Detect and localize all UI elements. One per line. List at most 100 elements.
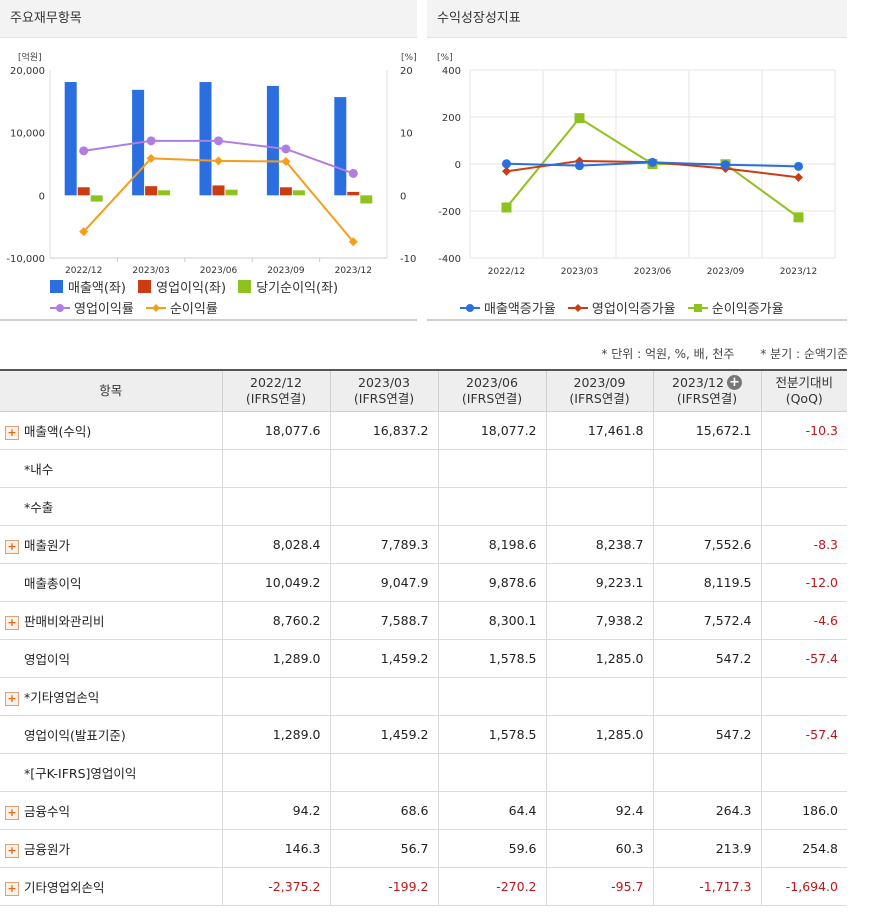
bar-op-income [347,191,360,196]
legend-line-marker [687,303,708,312]
add-period-icon[interactable]: + [726,375,742,390]
financial-items-panel: 주요재무항목 [억원] [%] 20,000 10,000 0 -10,000 20 10 0 -… [0,0,417,321]
expand-row-icon[interactable]: + [5,805,19,820]
legend-swatch-net-income [238,280,252,293]
table-row: + 기타영업외손익 -2,375.2 -199.2 -270.2 -95.7 -1,717.… [0,867,847,906]
legend-rev-growth[interactable]: 매출액증가율 [460,298,556,317]
value-cell [437,677,547,716]
legend-op-growth[interactable]: 영업이익증가율 [567,298,676,317]
row-label: 매출총이익 [24,576,82,591]
legend-revenue[interactable]: 매출액(좌) [50,277,126,296]
table-header-row: 항목 2022/12 (IFRS연결) 2023/03 (IFRS연결) 2023/… [0,369,847,412]
row-label-cell: + 매출액(수익) [0,411,223,450]
bar-op-income [145,186,158,196]
value-cell: 16,837.2 [329,411,439,450]
legend-line-marker [460,303,480,312]
row-label-cell: + 금융수익 [0,791,223,830]
header-period: 2023/12 + (IFRS연결) [652,369,762,412]
row-label-cell: 매출총이익 [0,563,223,602]
legend-net-growth[interactable]: 순이익증가율 [687,298,784,317]
value-cell: 9,878.6 [437,563,547,602]
expand-row-icon[interactable]: + [5,881,19,896]
legend-net-margin[interactable]: 순이익률 [145,298,218,317]
left-tick-label: 10,000 [10,129,45,140]
value-cell: 7,572.4 [652,601,762,640]
y-tick-label: -200 [438,207,461,218]
row-label-cell: *수출 [0,487,223,526]
qoq-cell: -10.3 [760,411,847,450]
point-net-margin [214,156,223,166]
legend-op-margin[interactable]: 영업이익률 [50,298,134,317]
point-rev-growth [502,159,511,169]
row-label-cell: 영업이익 [0,639,223,678]
value-cell: 1,289.0 [221,639,331,678]
value-cell [221,677,331,716]
row-label-cell: *[구K-IFRS]영업이익 [0,753,223,792]
value-cell: 9,047.9 [329,563,439,602]
right-legend: 매출액증가율 영업이익증가율 순이익증가율 [460,298,792,317]
growth-indicators-chart: [%] 400 200 0 -200 -400 2022/12 2023/03 2023/06 2… [437,53,836,277]
left-axis-unit: [억원] [18,51,42,63]
table-row: *수출 [0,487,847,526]
value-cell: 547.2 [652,715,762,754]
left-legend-row1: 매출액(좌) 영업이익(좌) 당기순이익(좌) [50,277,346,297]
header-qoq-label: 전분기대비 [775,375,833,390]
x-tick-label: 2023/03 [132,266,169,276]
point-rev-growth [648,157,657,167]
table-row: + 매출액(수익) 18,077.6 16,837.2 18,077.2 17,461.8… [0,411,847,450]
expand-row-icon[interactable]: + [5,615,19,630]
value-cell: 8,119.5 [652,563,762,602]
expand-row-icon[interactable]: + [5,539,19,554]
row-label-cell: + 매출원가 [0,525,223,564]
basis-note: * 분기 : 순액기준 [760,347,848,361]
value-cell: 7,588.7 [329,601,439,640]
value-cell: 547.2 [652,639,762,678]
bar-net-income [292,190,305,196]
expand-row-icon[interactable]: + [5,691,19,706]
row-label: 매출원가 [24,538,71,553]
left-tick-label: -10,000 [6,254,45,265]
qoq-cell: -12.0 [760,563,847,602]
bar-net-income [360,195,373,204]
value-cell [545,487,654,526]
qoq-cell: -4.6 [760,601,847,640]
bar-op-income [212,185,225,196]
value-cell: -1,717.3 [652,867,762,906]
header-period: 2023/03 (IFRS연결) [329,369,439,412]
point-net-growth [501,202,512,213]
value-cell: 59.6 [437,829,547,868]
value-cell: 8,300.1 [437,601,547,640]
value-cell [329,487,439,526]
row-label-cell: + *기타영업손익 [0,677,223,716]
value-cell: -270.2 [437,867,547,906]
x-tick-label: 2023/09 [707,267,745,277]
right-tick-label: 10 [400,129,413,140]
header-period-label: 2023/06 [466,375,518,390]
point-rev-growth [794,161,803,171]
legend-op-income[interactable]: 영업이익(좌) [138,277,226,296]
row-label-cell: + 판매비와관리비 [0,601,223,640]
unit-note: * 단위 : 억원, %, 배, 천주 [601,347,735,361]
point-op-margin [214,136,223,146]
qoq-cell [760,449,847,488]
expand-row-icon[interactable]: + [5,843,19,858]
header-period: 2023/09 (IFRS연결) [545,369,654,412]
financial-table: 항목 2022/12 (IFRS연결) 2023/03 (IFRS연결) 2023/… [0,369,847,906]
point-op-growth [794,172,803,182]
value-cell: 8,238.7 [545,525,654,564]
y-tick-label: -400 [438,254,461,265]
value-cell: 213.9 [652,829,762,868]
legend-net-income[interactable]: 당기순이익(좌) [238,277,338,296]
row-label: 영업이익(발표기준) [24,728,126,743]
row-label: 금융원가 [24,842,71,857]
expand-row-icon[interactable]: + [5,425,19,440]
value-cell: 7,938.2 [545,601,654,640]
value-cell: 64.4 [437,791,547,830]
bar-net-income [158,190,171,196]
qoq-cell [760,487,847,526]
point-op-margin [348,168,358,178]
bar-op-income [279,187,292,196]
value-cell: 15,672.1 [652,411,762,450]
point-rev-growth [721,160,730,170]
y-axis-unit: [%] [437,53,453,63]
